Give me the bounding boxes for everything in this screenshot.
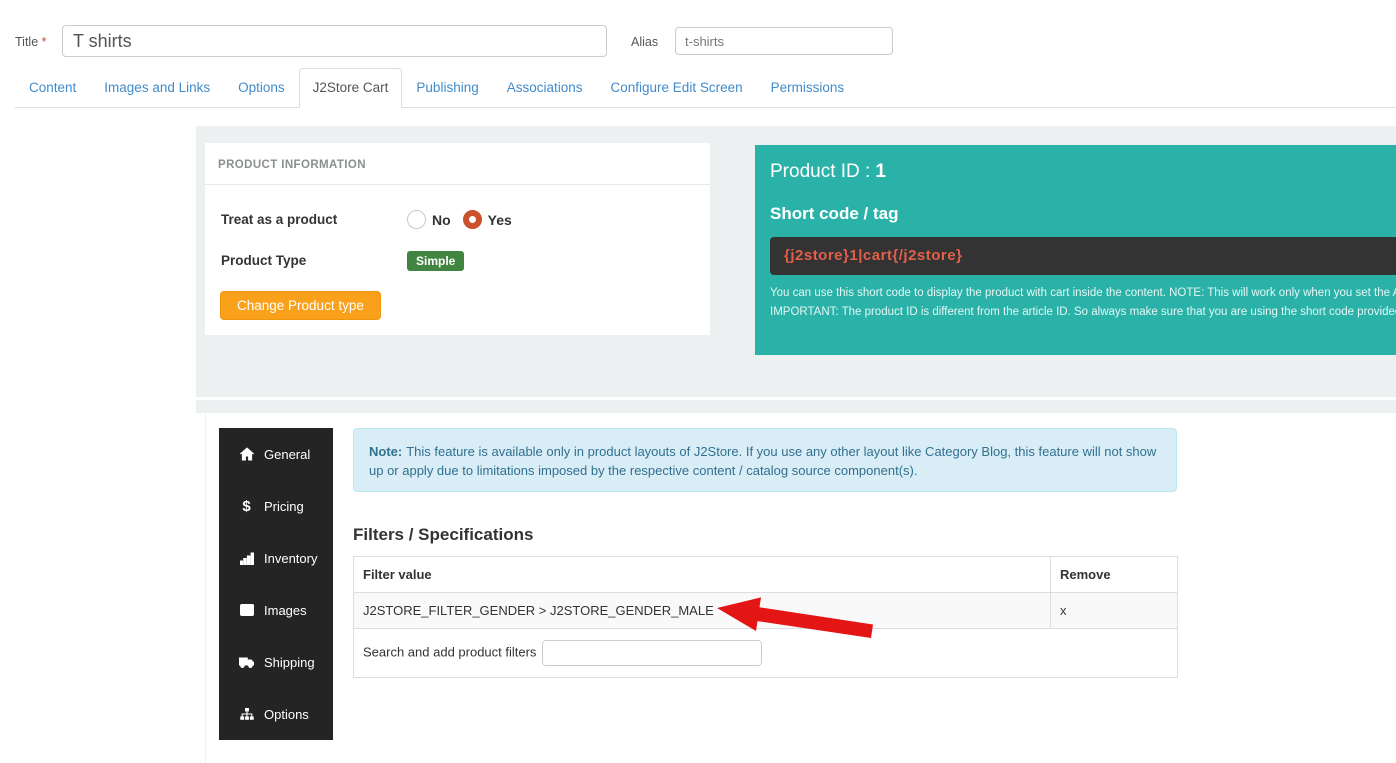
tab-publishing[interactable]: Publishing (402, 68, 492, 108)
edit-tabs: Content Images and Links Options J2Store… (15, 68, 1396, 108)
sidebar-item-pricing[interactable]: $ Pricing (219, 480, 333, 532)
shortcode-title: Short code / tag (770, 204, 898, 224)
tab-content[interactable]: Content (15, 68, 90, 108)
treat-as-product-label: Treat as a product (221, 212, 337, 227)
note-bold: Note: (369, 444, 402, 459)
product-information-panel: PRODUCT INFORMATION Treat as a product N… (205, 143, 710, 335)
home-icon (239, 447, 254, 461)
filters-table-header: Filter value Remove (354, 557, 1178, 593)
radio-yes-label[interactable]: Yes (488, 212, 512, 228)
note-text: This feature is available only in produc… (369, 444, 1156, 478)
tab-images-and-links[interactable]: Images and Links (90, 68, 224, 108)
filters-table: Filter value Remove J2STORE_FILTER_GENDE… (353, 556, 1178, 678)
sidebar-item-label: Images (264, 603, 307, 618)
sidebar-item-shipping[interactable]: Shipping (219, 636, 333, 688)
title-label: Title * (15, 35, 47, 49)
search-filters-input[interactable] (542, 640, 762, 666)
search-filter-row: Search and add product filters (354, 629, 1178, 678)
sidebar-item-label: Shipping (264, 655, 315, 670)
search-filters-label: Search and add product filters (363, 644, 536, 659)
chart-bars-icon (239, 551, 254, 565)
truck-icon (239, 655, 254, 669)
filters-heading: Filters / Specifications (353, 525, 533, 545)
title-input[interactable] (62, 25, 607, 57)
change-product-type-button[interactable]: Change Product type (220, 291, 381, 320)
dollar-icon: $ (239, 498, 254, 515)
remove-filter-link[interactable]: x (1060, 603, 1067, 618)
product-id: Product ID :1 (770, 161, 886, 183)
sidebar-item-images[interactable]: Images (219, 584, 333, 636)
shortcode-value: {j2store}1|cart{/j2store} (770, 237, 1396, 275)
tab-configure-edit-screen[interactable]: Configure Edit Screen (597, 68, 757, 108)
filter-row: J2STORE_FILTER_GENDER > J2STORE_GENDER_M… (354, 593, 1178, 629)
product-type-badge: Simple (407, 251, 464, 271)
sidebar-item-label: General (264, 447, 310, 462)
alias-label: Alias (631, 35, 658, 49)
shortcode-note-line1: You can use this short code to display t… (770, 287, 1396, 299)
remove-column-header: Remove (1051, 557, 1178, 593)
sidebar-item-label: Pricing (264, 499, 304, 514)
shortcode-note-line2: IMPORTANT: The product ID is different f… (770, 306, 1396, 318)
tab-associations[interactable]: Associations (493, 68, 597, 108)
sidebar-item-general[interactable]: General (219, 428, 333, 480)
sidebar-item-options[interactable]: Options (219, 688, 333, 740)
radio-no[interactable] (407, 210, 426, 229)
tab-options[interactable]: Options (224, 68, 299, 108)
j2store-product-edit-page: Title * Alias Content Images and Links O… (0, 0, 1396, 763)
sidebar-item-label: Options (264, 707, 309, 722)
tab-permissions[interactable]: Permissions (757, 68, 859, 108)
product-type-label: Product Type (221, 253, 306, 268)
image-icon (239, 603, 254, 617)
sidebar-item-inventory[interactable]: Inventory (219, 532, 333, 584)
radio-yes[interactable] (463, 210, 482, 229)
shortcode-box: {j2store}1|cart{/j2store} (770, 237, 1396, 275)
sitemap-icon (239, 707, 254, 721)
gray-strip (196, 400, 1396, 413)
filter-value-column-header: Filter value (354, 557, 1051, 593)
tab-j2store-cart[interactable]: J2Store Cart (299, 68, 403, 108)
treat-as-product-radios: No Yes (407, 210, 524, 229)
note-box: Note:This feature is available only in p… (353, 428, 1177, 492)
product-section-sidebar: General $ Pricing Inventory Images Shipp… (219, 428, 333, 740)
required-asterisk: * (42, 35, 47, 49)
alias-input[interactable] (675, 27, 893, 55)
sidebar-item-label: Inventory (264, 551, 317, 566)
radio-no-label[interactable]: No (432, 212, 451, 228)
panel-title: PRODUCT INFORMATION (205, 143, 710, 185)
filter-value-cell: J2STORE_FILTER_GENDER > J2STORE_GENDER_M… (354, 593, 1051, 629)
shortcode-panel: Product ID :1 Short code / tag {j2store}… (755, 145, 1396, 355)
